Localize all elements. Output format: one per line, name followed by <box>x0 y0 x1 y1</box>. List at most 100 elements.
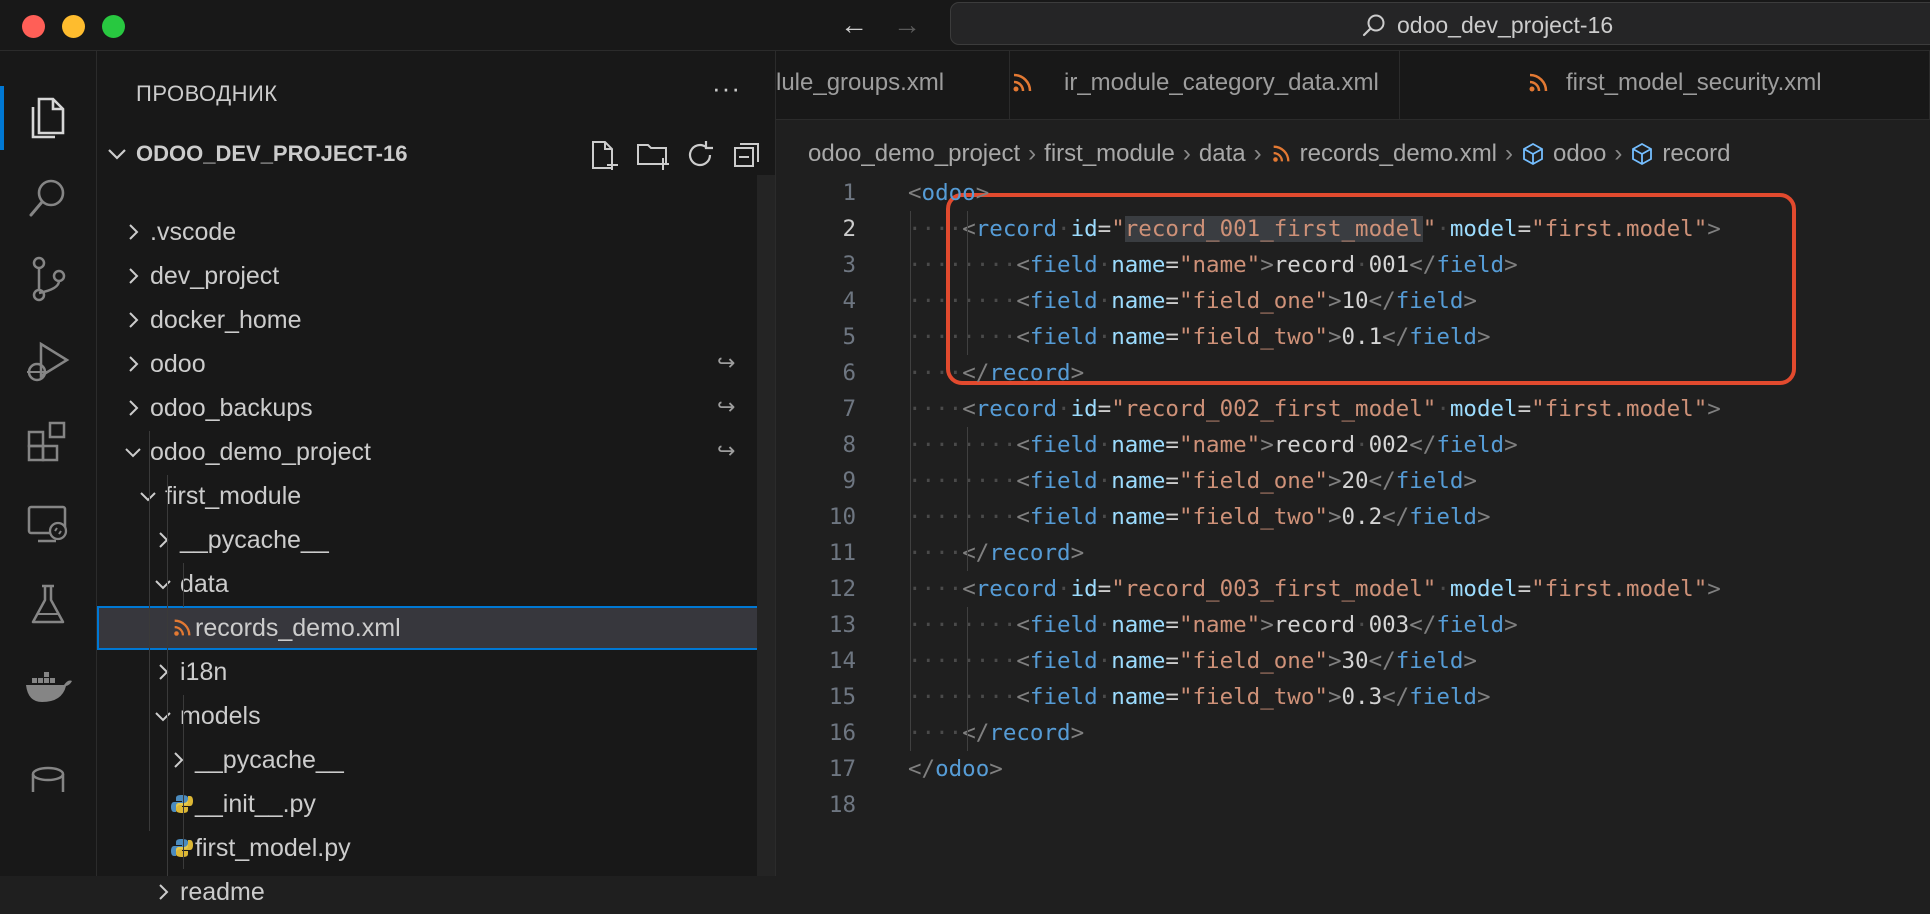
tree-folder[interactable]: docker_home <box>97 298 775 342</box>
tree-file[interactable]: __init__.py <box>97 782 775 826</box>
command-center-search[interactable]: odoo_dev_project-16 <box>950 2 1930 45</box>
code-line[interactable]: 16 ····</record> <box>776 715 1930 751</box>
search-icon[interactable] <box>0 158 96 238</box>
indent-guide <box>967 211 968 355</box>
minimize-window-button[interactable] <box>62 15 85 38</box>
tree-item-label: first_module <box>165 482 302 510</box>
chevron-right-icon <box>152 661 174 688</box>
title-bar: ← → odoo_dev_project-16 <box>0 0 1930 51</box>
tree-folder[interactable]: readme <box>97 870 775 914</box>
tree-folder[interactable]: .vscode <box>97 210 775 254</box>
tree-folder[interactable]: first_module <box>97 474 775 518</box>
tree-file[interactable]: first_model.py <box>97 826 775 870</box>
line-number: 12 <box>828 576 856 602</box>
code-line[interactable]: 5 ········<field·name="field_two">0.1</fi… <box>776 319 1930 355</box>
code-line[interactable]: 6 ····</record> <box>776 355 1930 391</box>
tree-folder[interactable]: odoo_demo_project ↪ <box>97 430 775 474</box>
testing-icon[interactable] <box>0 565 96 645</box>
rss-icon <box>171 617 193 644</box>
breadcrumb-symbol[interactable]: record <box>1630 140 1730 168</box>
tree-item-label: odoo_demo_project <box>150 438 371 466</box>
code-line[interactable]: 13 ········<field·name="name">record·003<… <box>776 607 1930 643</box>
breadcrumb-file-label: records_demo.xml <box>1299 140 1498 167</box>
extensions-icon[interactable] <box>0 402 96 482</box>
arrow-right-icon[interactable]: → <box>893 8 921 42</box>
zoom-window-button[interactable] <box>102 15 125 38</box>
code-line[interactable]: 7 ····<record·id="record_002_first_model"… <box>776 391 1930 427</box>
code-line[interactable]: 11 ····</record> <box>776 535 1930 571</box>
code-line[interactable]: 18 <box>776 787 1930 823</box>
breadcrumb-file[interactable]: records_demo.xml <box>1270 140 1497 168</box>
code-text: </odoo> <box>908 756 1003 782</box>
code-line[interactable]: 15 ········<field·name="field_two">0.3</f… <box>776 679 1930 715</box>
tree-item-label: models <box>180 702 261 730</box>
chevron-right-icon: › <box>1253 140 1262 167</box>
code-line[interactable]: 9 ········<field·name="field_one">20</fie… <box>776 463 1930 499</box>
project-root[interactable]: ODOO_DEV_PROJECT-16 <box>97 135 775 173</box>
breadcrumb-symbol[interactable]: odoo <box>1521 140 1606 168</box>
tree-item-label: __init__.py <box>195 790 316 818</box>
code-line[interactable]: 2 ····<record·id="record_001_first_model"… <box>776 211 1930 247</box>
chevron-right-icon: › <box>1505 140 1514 167</box>
tree-folder[interactable]: odoo ↪ <box>97 342 775 386</box>
refresh-icon[interactable] <box>685 139 717 171</box>
explorer-icon[interactable] <box>0 78 96 158</box>
tree-folder[interactable]: dev_project <box>97 254 775 298</box>
code-line[interactable]: 1 <odoo> <box>776 175 1930 211</box>
docker-icon[interactable] <box>0 646 96 726</box>
tree-folder[interactable]: data <box>97 562 775 606</box>
tree-folder[interactable]: __pycache__ <box>97 518 775 562</box>
breadcrumb-item[interactable]: data <box>1199 140 1246 168</box>
python-icon <box>171 793 193 820</box>
breadcrumb-item[interactable]: odoo_demo_project <box>808 140 1020 168</box>
explorer-actions <box>587 139 763 171</box>
code-line[interactable]: 10 ········<field·name="field_two">0.2</f… <box>776 499 1930 535</box>
chevron-right-icon: › <box>1182 140 1191 167</box>
breadcrumb-symbol-label: odoo <box>1553 140 1607 167</box>
tree-folder[interactable]: __pycache__ <box>97 738 775 782</box>
code-line[interactable]: 17 </odoo> <box>776 751 1930 787</box>
remote-explorer-icon[interactable] <box>0 483 96 563</box>
code-line[interactable]: 4 ········<field·name="field_one">10</fie… <box>776 283 1930 319</box>
symlink-icon: ↪ <box>717 438 736 463</box>
tab-label: lule_groups.xml <box>776 69 945 96</box>
tree-folder[interactable]: i18n <box>97 650 775 694</box>
close-window-button[interactable] <box>22 15 45 38</box>
arrow-left-icon[interactable]: ← <box>840 8 868 42</box>
code-line[interactable]: 8 ········<field·name="name">record·002</… <box>776 427 1930 463</box>
sidebar-scrollbar[interactable] <box>757 175 775 876</box>
collapse-all-icon[interactable] <box>731 139 763 171</box>
new-file-icon[interactable] <box>587 139 621 171</box>
indent-guide <box>149 431 150 831</box>
tree-item-label: i18n <box>180 658 228 686</box>
tab-first-model-security[interactable]: first_model_security.xml <box>1500 51 1930 119</box>
database-icon[interactable] <box>0 727 96 807</box>
tree-folder[interactable]: models <box>97 694 775 738</box>
tab-ir-module-category-data[interactable]: ir_module_category_data.xml <box>1010 51 1400 119</box>
chevron-down-icon <box>137 485 159 512</box>
chevron-right-icon <box>122 397 144 424</box>
code-text: ········<field·name="name">record·002</f… <box>908 432 1518 458</box>
code-text: ········<field·name="name">record·003</f… <box>908 612 1518 638</box>
run-debug-icon[interactable] <box>0 321 96 401</box>
code-text: ····<record·id="record_002_first_model"·… <box>908 396 1721 422</box>
more-actions-button[interactable]: ··· <box>712 73 741 104</box>
code-line[interactable]: 3 ········<field·name="name">record·001</… <box>776 247 1930 283</box>
line-number: 7 <box>842 396 856 422</box>
line-number: 13 <box>828 612 856 638</box>
tree-item-label: dev_project <box>150 262 280 290</box>
explorer-title: ПРОВОДНИК <box>136 81 278 106</box>
code-text: ····</record> <box>908 540 1085 566</box>
code-line[interactable]: 12 ····<record·id="record_003_first_model… <box>776 571 1930 607</box>
code-text: <odoo> <box>908 180 990 206</box>
code-text: ········<field·name="field_one">20</fiel… <box>908 468 1477 494</box>
tree-folder[interactable]: odoo_backups ↪ <box>97 386 775 430</box>
tab-module-groups[interactable]: lule_groups.xml <box>776 51 1010 119</box>
source-control-icon[interactable] <box>0 239 96 319</box>
chevron-down-icon <box>152 705 174 732</box>
new-folder-icon[interactable] <box>635 139 671 171</box>
code-line[interactable]: 14 ········<field·name="field_one">30</fi… <box>776 643 1930 679</box>
code-text: ········<field·name="field_two">0.3</fie… <box>908 684 1491 710</box>
breadcrumb-item[interactable]: first_module <box>1044 140 1175 168</box>
tree-file[interactable]: records_demo.xml <box>97 606 775 650</box>
